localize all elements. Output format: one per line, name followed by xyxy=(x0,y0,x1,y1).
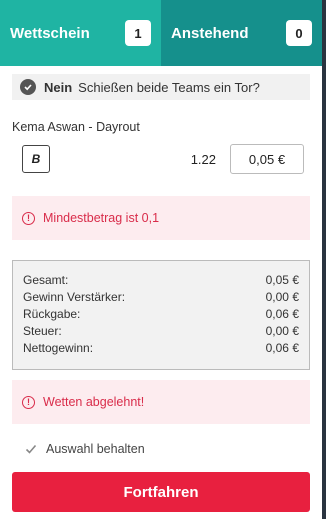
checkmark-icon xyxy=(24,442,38,456)
summary-row: Rückgabe: 0,06 € xyxy=(23,305,299,322)
summary-value: 0,05 € xyxy=(265,272,299,287)
min-amount-text: Mindestbetrag ist 0,1 xyxy=(43,211,160,225)
bet-rejected-text: Wetten abgelehnt! xyxy=(43,395,145,409)
check-circle-icon xyxy=(20,79,36,95)
selection-pick: Nein xyxy=(44,79,73,95)
summary-row: Steuer: 0,00 € xyxy=(23,322,299,339)
selection-row: Nein Schießen beide Teams ein Tor? xyxy=(12,74,310,100)
bet-type-badge[interactable]: B xyxy=(22,145,50,173)
tab-betslip[interactable]: Wettschein 1 xyxy=(0,0,161,66)
summary-label: Gewinn Verstärker: xyxy=(23,289,126,304)
tab-betslip-label: Wettschein xyxy=(10,24,90,42)
keep-selection-label: Auswahl behalten xyxy=(46,442,145,456)
odds-value: 1.22 xyxy=(190,151,216,167)
summary-row: Nettogewinn: 0,06 € xyxy=(23,339,299,356)
warning-icon: ! xyxy=(22,211,35,225)
selection-market: Schießen beide Teams ein Tor? xyxy=(78,79,260,95)
bet-row: B 1.22 0,05 € xyxy=(12,144,310,174)
stake-input[interactable]: 0,05 € xyxy=(230,144,304,174)
betslip-tabs: Wettschein 1 Anstehend 0 xyxy=(0,0,322,66)
summary-value: 0,00 € xyxy=(265,289,299,304)
betslip-count-badge: 1 xyxy=(125,20,151,46)
summary-label: Rückgabe: xyxy=(23,306,81,321)
summary-label: Nettogewinn: xyxy=(23,340,94,355)
warning-icon: ! xyxy=(22,395,35,409)
match-name: Kema Aswan - Dayrout xyxy=(12,120,140,134)
bet-summary: Gesamt: 0,05 € Gewinn Verstärker: 0,00 €… xyxy=(12,260,310,370)
summary-label: Gesamt: xyxy=(23,272,69,287)
betslip-panel: Wettschein 1 Anstehend 0 Nein Schießen b… xyxy=(0,0,326,519)
betslip-content: Nein Schießen beide Teams ein Tor? Kema … xyxy=(0,66,322,512)
summary-value: 0,06 € xyxy=(265,306,299,321)
min-amount-alert: ! Mindestbetrag ist 0,1 xyxy=(12,196,310,240)
summary-label: Steuer: xyxy=(23,323,62,338)
summary-row: Gewinn Verstärker: 0,00 € xyxy=(23,288,299,305)
summary-value: 0,00 € xyxy=(265,323,299,338)
continue-button[interactable]: Fortfahren xyxy=(12,472,310,512)
summary-row: Gesamt: 0,05 € xyxy=(23,271,299,288)
tab-pending[interactable]: Anstehend 0 xyxy=(161,0,322,66)
summary-value: 0,06 € xyxy=(265,340,299,355)
keep-selection-checkbox[interactable]: Auswahl behalten xyxy=(24,442,310,456)
bet-rejected-alert: ! Wetten abgelehnt! xyxy=(12,380,310,424)
pending-count-badge: 0 xyxy=(286,20,312,46)
tab-pending-label: Anstehend xyxy=(171,24,249,42)
